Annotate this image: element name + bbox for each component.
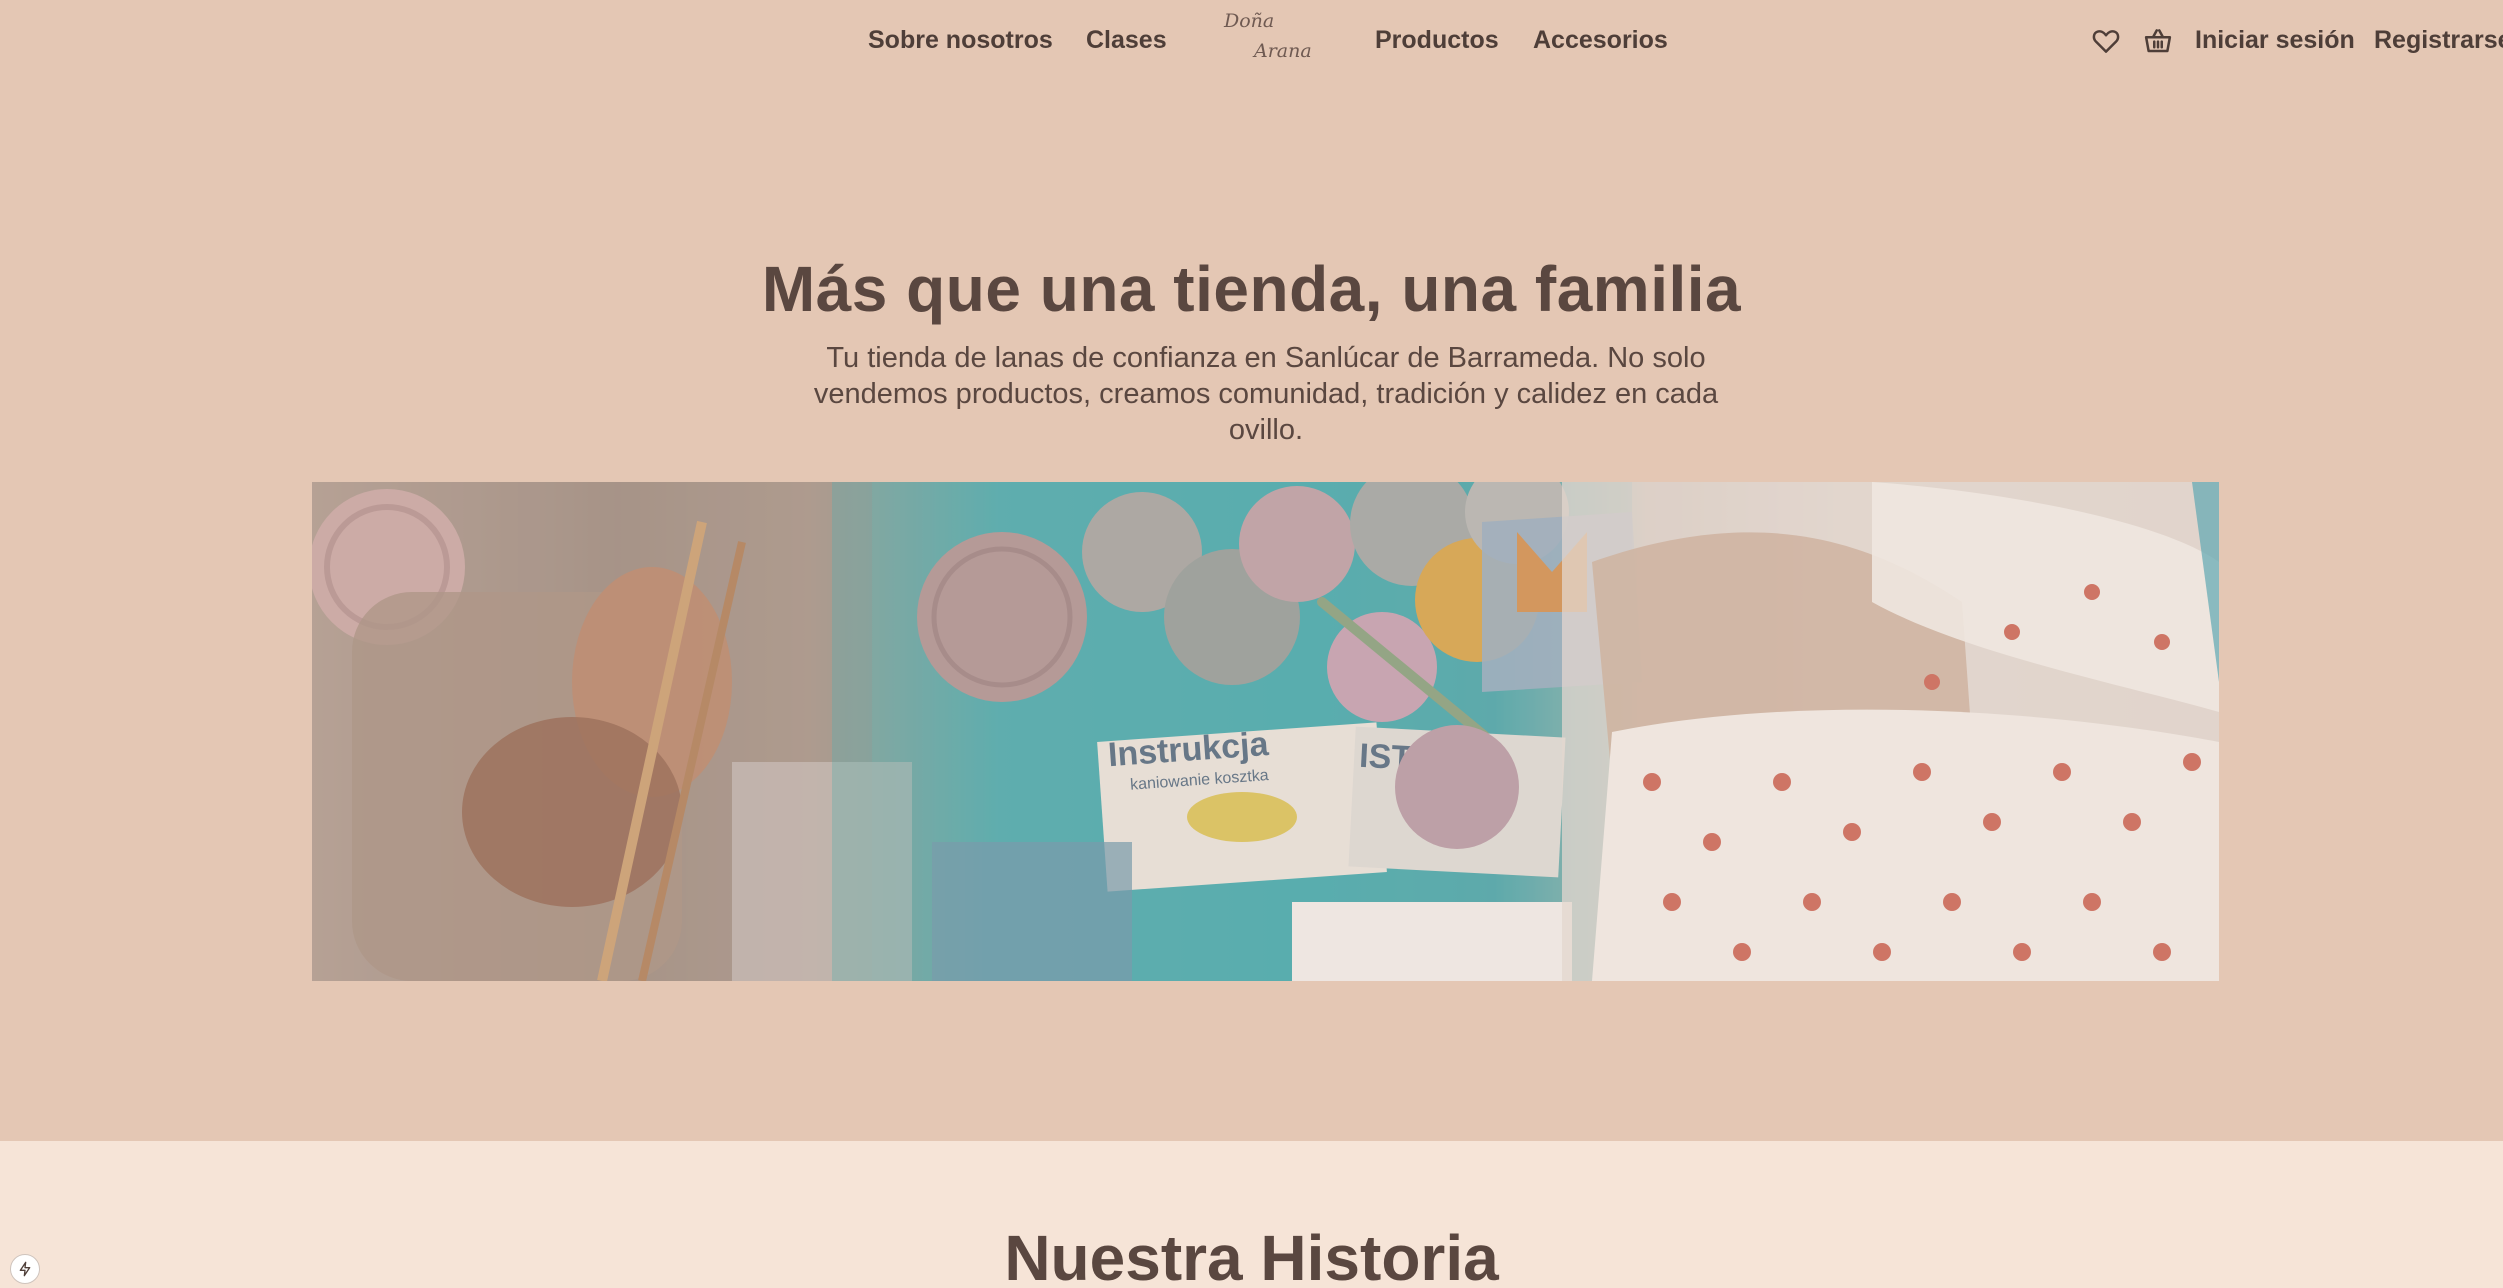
hero-subtitle: Tu tienda de lanas de confianza en Sanlú… xyxy=(813,342,1719,446)
nav-link-productos[interactable]: Productos xyxy=(1375,26,1499,55)
login-link[interactable]: Iniciar sesión xyxy=(2195,26,2355,55)
logo-line-2: Arana xyxy=(1254,40,1312,62)
bolt-icon[interactable] xyxy=(10,1254,40,1284)
nav-link-clases[interactable]: Clases xyxy=(1086,26,1167,55)
hero-title: Más que una tienda, una familia xyxy=(761,253,1742,325)
nav-link-accesorios[interactable]: Accesorios xyxy=(1533,26,1668,55)
hero-image-overlay xyxy=(312,482,2219,981)
basket-icon[interactable] xyxy=(2143,26,2173,56)
heart-icon[interactable] xyxy=(2091,26,2121,56)
register-link[interactable]: Registrarse xyxy=(2374,26,2503,55)
story-title: Nuestra Historia xyxy=(1004,1222,1499,1288)
hero-image-knitting-yarn: Instrukcja kaniowanie kosztka IST xyxy=(312,482,2219,981)
nav-link-sobre-nosotros[interactable]: Sobre nosotros xyxy=(868,26,1053,55)
logo-line-1: Doña xyxy=(1224,10,1275,32)
brand-logo[interactable]: Doña Arana xyxy=(1216,6,1316,80)
story-section: Nuestra Historia xyxy=(0,1141,2503,1288)
top-navigation: Sobre nosotros Clases Doña Arana Product… xyxy=(0,0,2503,84)
